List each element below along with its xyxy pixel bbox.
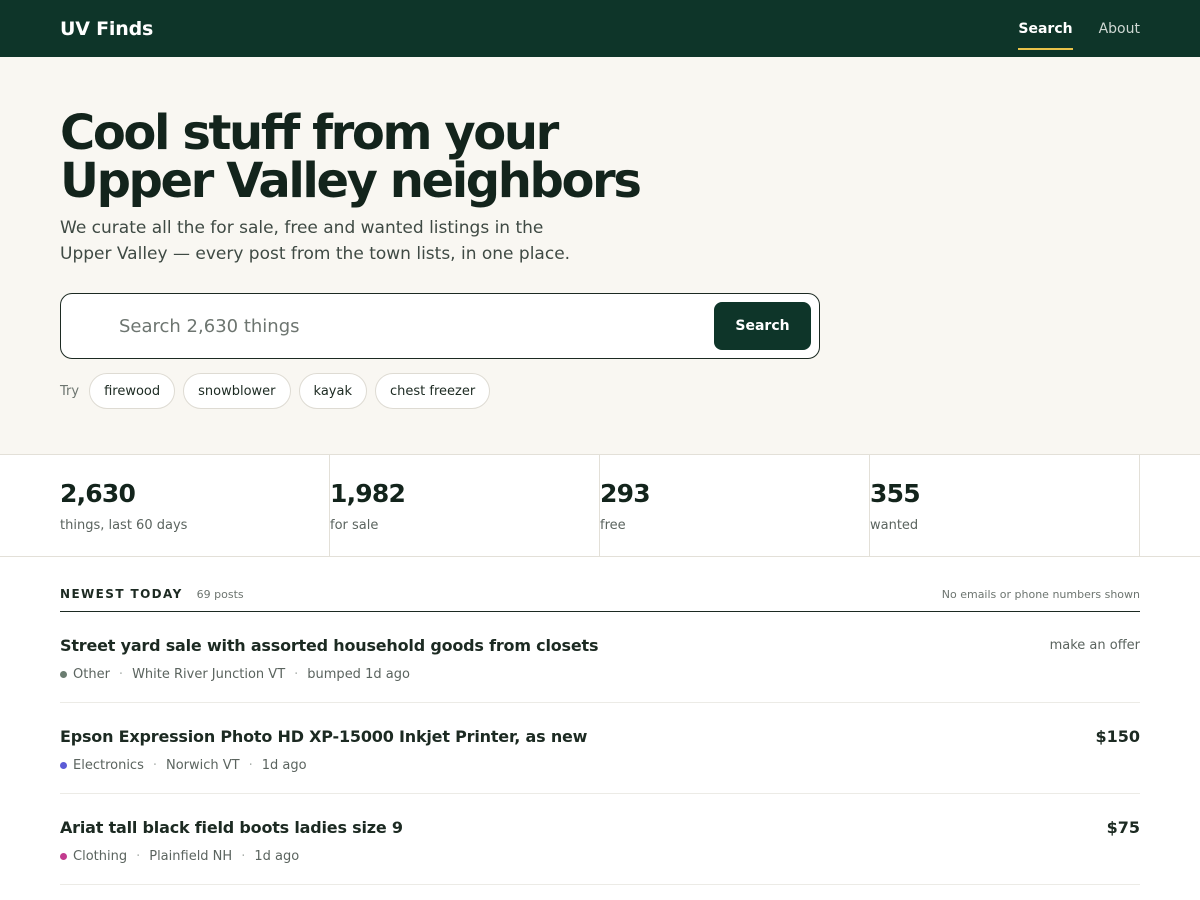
stat-label: wanted	[870, 518, 919, 533]
search-box: Search	[60, 293, 820, 359]
search-button[interactable]: Search	[714, 302, 811, 350]
nav-search[interactable]: Search	[1018, 0, 1073, 57]
list-item[interactable]: Epson Expression Photo HD XP-15000 Inkje…	[60, 703, 1140, 794]
separator-dot: ·	[294, 667, 299, 682]
stat-label: free	[600, 518, 626, 533]
list-item[interactable]: Ariat tall black field boots ladies size…	[60, 794, 1140, 885]
listing-category: Other	[73, 667, 110, 682]
category-dot-icon	[60, 671, 67, 678]
listing-category: Clothing	[73, 849, 128, 864]
listings-count: 69 posts	[196, 588, 244, 601]
stat-wanted: 355 wanted	[870, 455, 1140, 556]
listing-time: bumped 1d ago	[307, 667, 410, 682]
listing-location: Norwich VT	[166, 758, 240, 773]
separator-dot: ·	[152, 758, 157, 773]
stat-value: 355	[870, 479, 921, 508]
listing-price: $150	[1095, 727, 1140, 746]
listing-location: White River Junction VT	[132, 667, 286, 682]
list-item-body: Street yard sale with assorted household…	[60, 636, 598, 682]
suggestion-chip-chest-freezer[interactable]: chest freezer	[374, 373, 491, 409]
stat-total: 2,630 things, last 60 days	[60, 455, 330, 556]
stat-value: 1,982	[330, 479, 406, 508]
suggestion-chip-snowblower[interactable]: snowblower	[183, 373, 291, 409]
listing-location: Plainfield NH	[149, 849, 233, 864]
listing-price: $75	[1106, 818, 1140, 837]
listing-price: make an offer	[1049, 638, 1140, 653]
page-subtitle: We curate all the for sale, free and wan…	[60, 218, 571, 264]
stat-label: for sale	[330, 518, 379, 533]
stat-value: 2,630	[60, 479, 136, 508]
stat-label: things, last 60 days	[60, 518, 188, 533]
site-logo[interactable]: UV Finds	[60, 18, 153, 40]
listing-title[interactable]: Ariat tall black field boots ladies size…	[60, 818, 403, 837]
page-title: Cool stuff from your Upper Valley neighb…	[60, 105, 642, 209]
list-item[interactable]: Street yard sale with assorted household…	[60, 612, 1140, 703]
listing-time: 1d ago	[254, 849, 300, 864]
listing-title[interactable]: Street yard sale with assorted household…	[60, 636, 598, 655]
listing-meta: Other · White River Junction VT · bumped…	[60, 667, 598, 682]
listing-time: 1d ago	[261, 758, 307, 773]
separator-dot: ·	[118, 667, 124, 682]
stats-bar: 2,630 things, last 60 days 1,982 for sal…	[0, 455, 1200, 557]
hero-section: Cool stuff from your Upper Valley neighb…	[0, 57, 1200, 455]
stat-value: 293	[600, 479, 651, 508]
suggestion-row: Try firewood snowblower kayak chest free…	[60, 373, 1140, 409]
stat-free: 293 free	[600, 455, 870, 556]
category-dot-icon	[60, 762, 67, 769]
listings-section: NEWEST TODAY 69 posts No emails or phone…	[0, 557, 1200, 885]
try-label: Try	[60, 383, 80, 399]
listing-title[interactable]: Epson Expression Photo HD XP-15000 Inkje…	[60, 727, 587, 746]
suggestion-chip-kayak[interactable]: kayak	[298, 373, 367, 409]
listing-meta: Electronics · Norwich VT · 1d ago	[60, 758, 587, 773]
stat-for-sale: 1,982 for sale	[330, 455, 600, 556]
separator-dot: ·	[248, 758, 253, 773]
separator-dot: ·	[241, 849, 246, 864]
main-nav: Search About	[1018, 0, 1140, 57]
list-item-body: Epson Expression Photo HD XP-15000 Inkje…	[60, 727, 587, 773]
separator-dot: ·	[136, 849, 141, 864]
listing-meta: Clothing · Plainfield NH · 1d ago	[60, 849, 403, 864]
list-item-body: Ariat tall black field boots ladies size…	[60, 818, 403, 864]
suggestion-chip-firewood[interactable]: firewood	[89, 373, 176, 409]
privacy-note: No emails or phone numbers shown	[941, 588, 1140, 601]
listings-heading: NEWEST TODAY	[60, 587, 183, 601]
top-bar: UV Finds Search About	[0, 0, 1200, 57]
category-dot-icon	[60, 853, 67, 860]
listing-category: Electronics	[73, 758, 144, 773]
search-input[interactable]	[119, 315, 714, 337]
listings-header: NEWEST TODAY 69 posts No emails or phone…	[60, 587, 1140, 612]
nav-about[interactable]: About	[1099, 0, 1140, 57]
